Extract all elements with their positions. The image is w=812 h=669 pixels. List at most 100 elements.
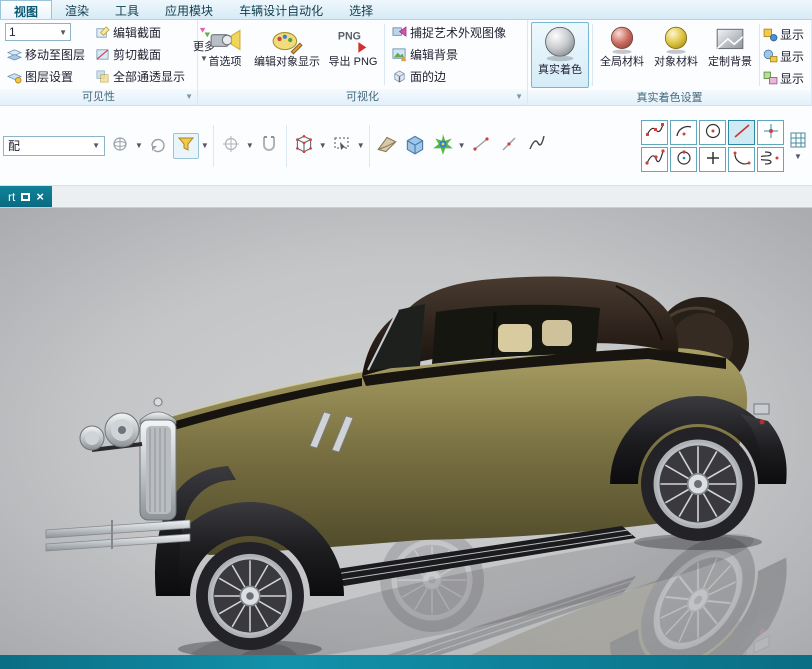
studio-spline-icon <box>645 121 665 144</box>
select-rectangle-button[interactable] <box>329 133 355 159</box>
line-button[interactable] <box>728 119 755 145</box>
box-solid-icon <box>403 132 427 159</box>
rotate-view-button[interactable] <box>145 133 171 159</box>
spline-button[interactable] <box>641 146 668 172</box>
layer-settings-button[interactable]: 图层设置 <box>3 66 89 87</box>
true-shading-button[interactable]: 真实着色 <box>531 22 589 88</box>
button-label: 对象材料 <box>654 56 698 68</box>
type-filter-combo[interactable]: 配 ▼ <box>3 135 105 156</box>
edit-object-display-button[interactable]: 编辑对象显示 <box>251 22 323 87</box>
group-dialog-launcher-icon[interactable]: ▼ <box>185 89 193 105</box>
group-label-text: 真实着色设置 <box>636 92 703 104</box>
part-tab[interactable]: rt × <box>0 186 52 207</box>
chevron-down-icon[interactable]: ▼ <box>357 141 365 150</box>
group-dialog-launcher-icon[interactable]: ▼ <box>515 89 523 105</box>
measure-line2-icon <box>499 134 519 157</box>
wireframe-cube-button[interactable] <box>291 133 317 159</box>
group-label-true-shading-settings[interactable]: 真实着色设置 <box>528 90 811 105</box>
export-png-icon: PNG <box>337 25 369 55</box>
window-icon[interactable] <box>21 192 31 201</box>
graphics-viewport[interactable] <box>0 208 812 655</box>
display-option-label: 显示 <box>780 27 805 42</box>
group-label-visualization[interactable]: 可视化 ▼ <box>198 89 527 105</box>
display-option-3[interactable]: 显示 <box>763 68 807 88</box>
chevron-down-icon[interactable]: ▼ <box>201 141 209 150</box>
separator <box>285 124 287 167</box>
orient-view-icon <box>110 134 130 157</box>
arc-point-button[interactable] <box>728 146 755 172</box>
ribbon-group-true-shading: 真实着色 全局材料 对象材料 定制背景 显示 显示 显示 真实着色设置 <box>528 20 812 105</box>
display-option-1[interactable]: 显示 <box>763 24 807 44</box>
button-label: 捕捉艺术外观图像 <box>410 26 507 40</box>
arc-point-icon <box>732 148 752 171</box>
chevron-down-icon[interactable]: ▼ <box>458 141 466 150</box>
face-edges-button[interactable]: 面的边 <box>388 66 516 87</box>
button-label: 编辑背景 <box>410 48 459 62</box>
chevron-down-icon: ▼ <box>794 151 802 161</box>
menu-tab-render[interactable]: 渲染 <box>52 0 102 19</box>
menu-tab-selection[interactable]: 选择 <box>336 0 386 19</box>
button-label: 图层设置 <box>25 70 74 84</box>
menu-tab-vehicle-design-automation[interactable]: 车辆设计自动化 <box>226 0 336 19</box>
ribbon-group-visualization: 首选项 编辑对象显示 PNG 导出 PNG 捕捉艺术外观图像 编辑背景 面的边 … <box>198 20 528 105</box>
wedge-solid-button[interactable] <box>374 133 400 159</box>
button-label: 编辑截面 <box>113 26 162 40</box>
button-label: 定制背景 <box>708 56 752 68</box>
chevron-down-icon[interactable]: ▼ <box>319 141 327 150</box>
menu-tab-view[interactable]: 视图 <box>0 0 53 19</box>
helix-icon <box>757 148 781 171</box>
edit-background-button[interactable]: 编辑背景 <box>388 44 516 65</box>
measure-line-button[interactable] <box>468 133 494 159</box>
snap-point-button[interactable] <box>218 133 244 159</box>
capture-art-image-button[interactable]: 捕捉艺术外观图像 <box>388 22 516 43</box>
measure-line2-button[interactable] <box>496 133 522 159</box>
point-button[interactable] <box>757 119 784 145</box>
preferences-button[interactable]: 首选项 <box>201 22 249 87</box>
display-option-2[interactable]: 显示 <box>763 46 807 66</box>
layer-combo[interactable]: 1 ▼ <box>5 23 71 41</box>
helix-button[interactable] <box>757 146 784 172</box>
viewport-canvas[interactable] <box>0 208 812 655</box>
move-to-layer-button[interactable]: 移动至图层 <box>3 44 89 65</box>
chevron-down-icon[interactable]: ▼ <box>246 141 254 150</box>
line-icon <box>732 121 752 144</box>
object-material-button[interactable]: 对象材料 <box>650 22 702 88</box>
layer-combo-value: 1 <box>9 25 16 39</box>
edit-section-button[interactable]: 编辑截面 <box>91 22 187 43</box>
show-all-translucent-button[interactable]: 全部通透显示 <box>91 66 187 87</box>
arc-button[interactable] <box>670 119 697 145</box>
point-icon <box>761 121 781 144</box>
group-label-text: 可见性 <box>82 91 115 103</box>
display-toggle-icon <box>763 71 778 86</box>
global-material-button[interactable]: 全局材料 <box>596 22 648 88</box>
box-solid-button[interactable] <box>402 133 428 159</box>
menu-tab-application-modules[interactable]: 应用模块 <box>152 0 226 19</box>
face-edges-icon <box>392 69 407 84</box>
plus-button[interactable] <box>699 146 726 172</box>
circle-button[interactable] <box>699 119 726 145</box>
group-label-visibility[interactable]: 可见性 ▼ <box>0 89 197 105</box>
clip-section-icon <box>95 47 110 62</box>
wireframe-cube-icon <box>293 133 315 158</box>
plus-icon <box>703 148 723 171</box>
selection-filter-button[interactable] <box>172 132 199 159</box>
export-png-button[interactable]: PNG 导出 PNG <box>325 22 381 87</box>
separator <box>384 24 385 85</box>
move-to-layer-icon <box>7 47 22 62</box>
button-label: 移动至图层 <box>25 48 86 62</box>
edit-background-icon <box>392 47 407 62</box>
clip-section-button[interactable]: 剪切截面 <box>91 44 187 65</box>
custom-background-button[interactable]: 定制背景 <box>704 22 756 88</box>
orient-view-button[interactable] <box>107 133 133 159</box>
ribbon-group-visibility: 1 ▼ 移动至图层 图层设置 编辑截面 剪切截面 全部通透显示 更多 ▼ 可见性… <box>0 20 215 105</box>
menu-tab-tools[interactable]: 工具 <box>102 0 152 19</box>
chevron-down-icon[interactable]: ▼ <box>135 141 143 150</box>
close-icon[interactable]: × <box>36 190 44 203</box>
studio-spline-button[interactable] <box>641 119 668 145</box>
quick-pick-button[interactable] <box>430 133 456 159</box>
circle-point-button[interactable] <box>670 146 697 172</box>
curve-button[interactable] <box>524 133 550 159</box>
magnet-button[interactable] <box>256 133 282 159</box>
show-all-translucent-icon <box>95 69 110 84</box>
curve-tools-more-button[interactable]: ▼ <box>787 121 809 171</box>
